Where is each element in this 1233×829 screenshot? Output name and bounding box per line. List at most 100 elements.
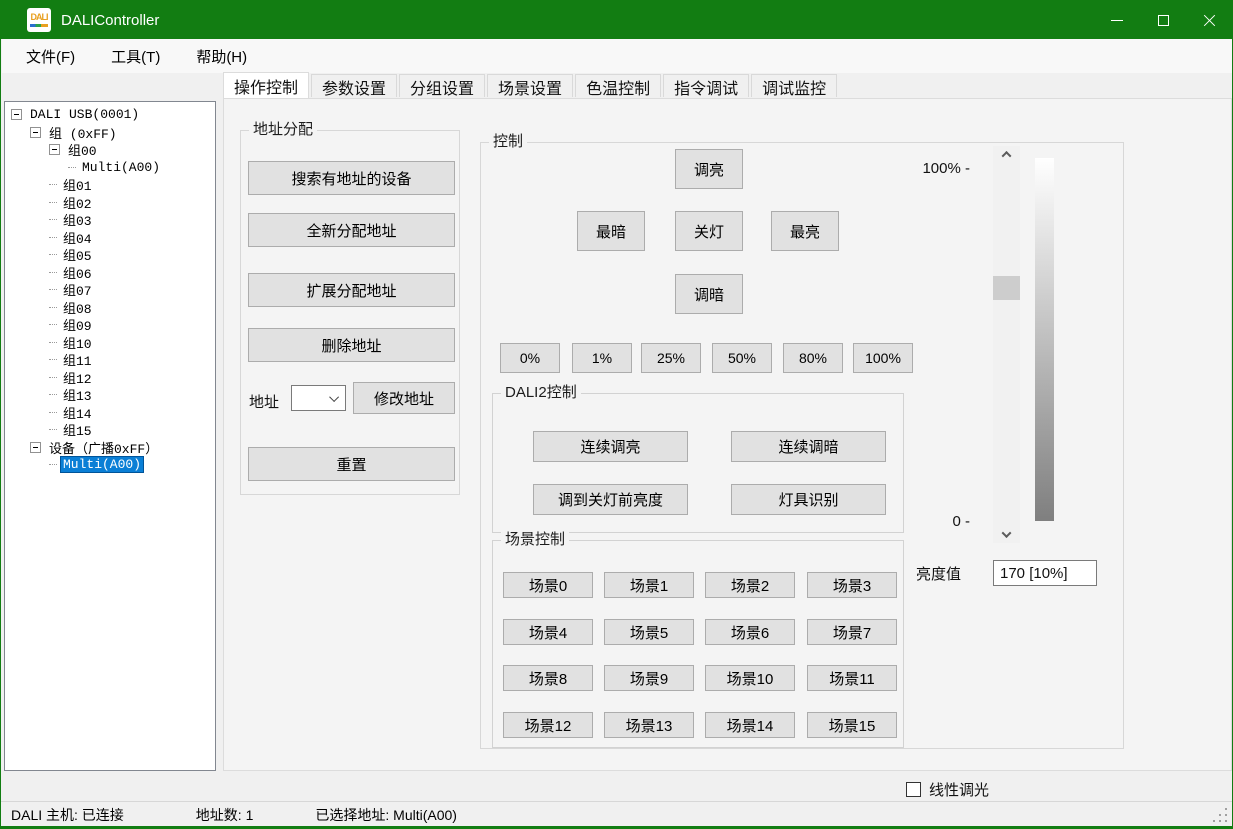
maximize-button[interactable] <box>1140 1 1186 39</box>
tree-row-13[interactable]: 组10 <box>5 334 215 352</box>
tree-row-6[interactable]: 组03 <box>5 211 215 229</box>
tree-row-15[interactable]: 组12 <box>5 369 215 387</box>
tab-6[interactable]: 调试监控 <box>751 74 837 97</box>
chevron-down-icon <box>1002 528 1012 538</box>
scene-button-6[interactable]: 场景6 <box>705 619 795 645</box>
linear-dimming-checkbox[interactable] <box>906 782 921 797</box>
scene-button-9[interactable]: 场景9 <box>604 665 694 691</box>
tree-row-12[interactable]: 组09 <box>5 316 215 334</box>
scene-button-10[interactable]: 场景10 <box>705 665 795 691</box>
percent-button-5[interactable]: 100% <box>853 343 913 373</box>
scene-button-2[interactable]: 场景2 <box>705 572 795 598</box>
tree-row-14[interactable]: 组11 <box>5 351 215 369</box>
tab-2[interactable]: 分组设置 <box>399 74 485 97</box>
brightest-button[interactable]: 最亮 <box>771 211 839 251</box>
tree-row-18[interactable]: 组15 <box>5 421 215 439</box>
tree-expander-icon[interactable] <box>49 144 60 155</box>
scene-button-7[interactable]: 场景7 <box>807 619 897 645</box>
scene-button-11[interactable]: 场景11 <box>807 665 897 691</box>
address-combobox[interactable] <box>291 385 346 411</box>
tree-row-3[interactable]: Multi(A00) <box>5 159 215 177</box>
close-button[interactable] <box>1186 1 1232 39</box>
app-window: DALI DALIController 文件(F)工具(T)帮助(H) DALI… <box>0 0 1233 829</box>
tab-0[interactable]: 操作控制 <box>223 72 309 98</box>
tab-1[interactable]: 参数设置 <box>311 74 397 97</box>
tree-row-4[interactable]: 组01 <box>5 176 215 194</box>
tree-expander-icon[interactable] <box>30 442 41 453</box>
tree-row-10[interactable]: 组07 <box>5 281 215 299</box>
reset-button[interactable]: 重置 <box>248 447 455 481</box>
percent-button-2[interactable]: 25% <box>641 343 701 373</box>
tree-row-19[interactable]: 设备（广播0xFF） <box>5 439 215 457</box>
minimize-button[interactable] <box>1094 1 1140 39</box>
percent-button-3[interactable]: 50% <box>712 343 772 373</box>
percent-button-4[interactable]: 80% <box>783 343 843 373</box>
address-button-1[interactable]: 全新分配地址 <box>248 213 455 247</box>
tree-row-11[interactable]: 组08 <box>5 299 215 317</box>
dali2-button-1[interactable]: 连续调暗 <box>731 431 886 462</box>
dali2-button-0[interactable]: 连续调亮 <box>533 431 688 462</box>
menu-item-1[interactable]: 工具(T) <box>105 43 166 70</box>
scrollbar-thumb[interactable] <box>993 276 1020 300</box>
tree-row-20[interactable]: Multi(A00) <box>5 456 215 474</box>
tree-item-label: 设备（广播0xFF） <box>47 438 160 457</box>
brighten-button[interactable]: 调亮 <box>675 149 743 189</box>
control-group-title: 控制 <box>489 133 527 151</box>
menu-item-2[interactable]: 帮助(H) <box>190 43 253 70</box>
tree-row-16[interactable]: 组13 <box>5 386 215 404</box>
window-title: DALIController <box>61 12 159 29</box>
tree-connector <box>68 167 76 168</box>
modify-address-button[interactable]: 修改地址 <box>353 382 455 414</box>
percent-button-1[interactable]: 1% <box>572 343 632 373</box>
menu-bar: 文件(F) 工具(T) 帮助(H) <box>2 39 1233 73</box>
tree-expander-icon[interactable] <box>11 109 22 120</box>
tree-row-0[interactable]: DALI USB(0001) <box>5 106 215 124</box>
scene-button-15[interactable]: 场景15 <box>807 712 897 738</box>
scroll-up-button[interactable] <box>993 146 1020 163</box>
scene-button-13[interactable]: 场景13 <box>604 712 694 738</box>
dali2-button-3[interactable]: 灯具识别 <box>731 484 886 515</box>
scene-button-12[interactable]: 场景12 <box>503 712 593 738</box>
address-button-0[interactable]: 搜索有地址的设备 <box>248 161 455 195</box>
light-off-button[interactable]: 关灯 <box>675 211 743 251</box>
scene-button-8[interactable]: 场景8 <box>503 665 593 691</box>
address-button-3[interactable]: 删除地址 <box>248 328 455 362</box>
dimmest-button[interactable]: 最暗 <box>577 211 645 251</box>
scene-button-4[interactable]: 场景4 <box>503 619 593 645</box>
maximize-icon <box>1158 15 1169 26</box>
brightness-value-field[interactable]: 170 [10%] <box>993 560 1097 586</box>
scene-button-3[interactable]: 场景3 <box>807 572 897 598</box>
resize-grip[interactable] <box>1225 820 1227 822</box>
tree-row-2[interactable]: 组00 <box>5 141 215 159</box>
menu-item-0[interactable]: 文件(F) <box>20 43 81 70</box>
tree-item-label: 组05 <box>61 245 94 264</box>
dim-button[interactable]: 调暗 <box>675 274 743 314</box>
tree-row-9[interactable]: 组06 <box>5 264 215 282</box>
tab-5[interactable]: 指令调试 <box>663 74 749 97</box>
tree-item-label: 组 (0xFF) <box>47 123 119 142</box>
tree-row-8[interactable]: 组05 <box>5 246 215 264</box>
tree-connector <box>49 289 57 290</box>
tree-item-label: 组07 <box>61 280 94 299</box>
tree-item-label: 组01 <box>61 175 94 194</box>
tree-connector <box>49 394 57 395</box>
address-button-2[interactable]: 扩展分配地址 <box>248 273 455 307</box>
dali2-button-2[interactable]: 调到关灯前亮度 <box>533 484 688 515</box>
scene-button-14[interactable]: 场景14 <box>705 712 795 738</box>
tab-3[interactable]: 场景设置 <box>487 74 573 97</box>
scene-button-1[interactable]: 场景1 <box>604 572 694 598</box>
scroll-down-button[interactable] <box>993 526 1020 543</box>
scene-button-0[interactable]: 场景0 <box>503 572 593 598</box>
tree-row-5[interactable]: 组02 <box>5 194 215 212</box>
brightness-scrollbar[interactable] <box>993 146 1020 543</box>
tree-item-label: 组12 <box>61 368 94 387</box>
tab-4[interactable]: 色温控制 <box>575 74 661 97</box>
tree-row-1[interactable]: 组 (0xFF) <box>5 124 215 142</box>
tree-item-label: 组09 <box>61 315 94 334</box>
tree-row-17[interactable]: 组14 <box>5 404 215 422</box>
percent-button-0[interactable]: 0% <box>500 343 560 373</box>
tree-expander-icon[interactable] <box>30 127 41 138</box>
tree-row-7[interactable]: 组04 <box>5 229 215 247</box>
scene-button-5[interactable]: 场景5 <box>604 619 694 645</box>
tab-page-operation-control: 地址分配 地址 修改地址 重置 搜索有地址的设备全新分配地址扩展分配地址删除地址… <box>223 98 1232 771</box>
